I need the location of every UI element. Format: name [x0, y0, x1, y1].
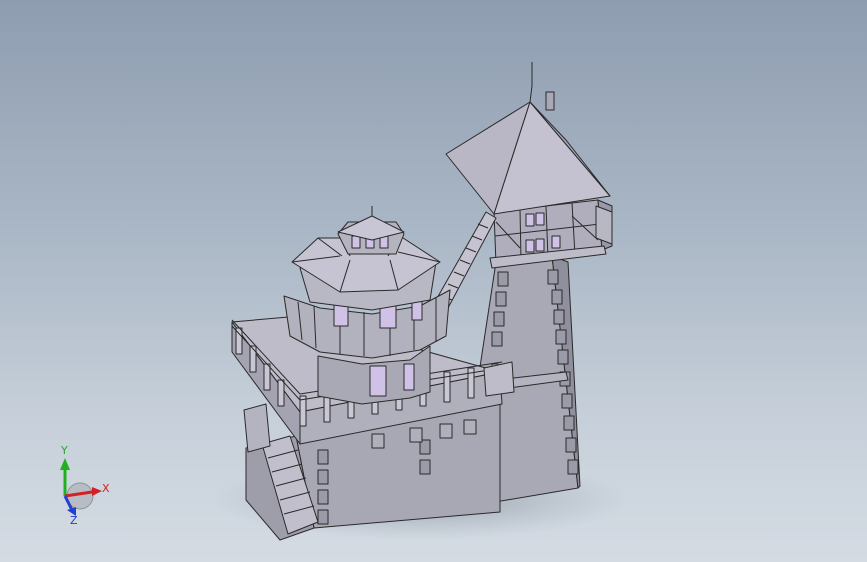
- x-axis-label: X: [102, 482, 110, 495]
- right-tower-roof: [445, 62, 611, 215]
- cad-viewport[interactable]: [0, 0, 867, 562]
- y-axis-label: Y: [60, 444, 68, 457]
- z-axis-label: Z: [70, 514, 78, 527]
- castle-model[interactable]: [231, 62, 613, 541]
- coordinate-triad[interactable]: Y X Z: [40, 440, 130, 530]
